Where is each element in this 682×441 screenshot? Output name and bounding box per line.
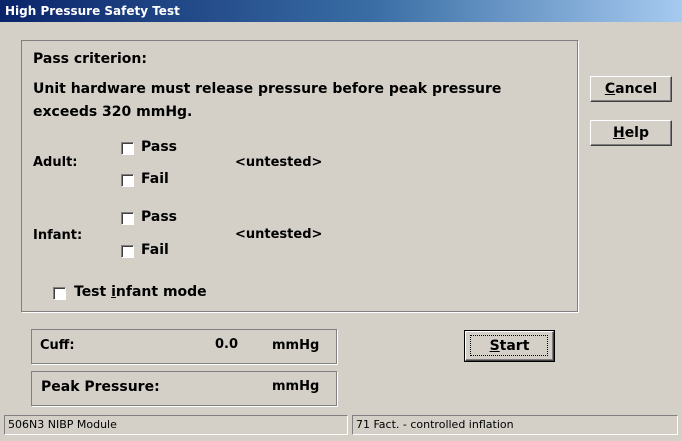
criterion-heading: Pass criterion: [33, 51, 147, 67]
infant-status: <untested> [235, 227, 323, 242]
peak-pressure-label: Peak Pressure: [41, 379, 160, 395]
criterion-line-1: Unit hardware must release pressure befo… [33, 81, 502, 97]
infant-fail-label[interactable]: Fail [141, 242, 169, 258]
adult-fail-checkbox[interactable] [121, 174, 134, 187]
adult-status: <untested> [235, 155, 323, 170]
criterion-line-2: exceeds 320 mmHg. [33, 104, 193, 120]
window-title: High Pressure Safety Test [5, 4, 180, 18]
test-infant-mode-label[interactable]: Test infant mode [74, 284, 207, 300]
adult-fail-label[interactable]: Fail [141, 171, 169, 187]
status-module: 506N3 NIBP Module [4, 415, 348, 435]
adult-pass-checkbox[interactable] [121, 142, 134, 155]
cancel-button[interactable]: Cancel [590, 76, 672, 102]
cuff-label: Cuff: [40, 338, 75, 353]
cuff-unit: mmHg [272, 338, 320, 353]
infant-fail-checkbox[interactable] [121, 245, 134, 258]
adult-pass-label[interactable]: Pass [141, 139, 177, 155]
cuff-value: 0.0 [215, 337, 239, 352]
peak-pressure-unit: mmHg [272, 379, 320, 394]
adult-label: Adult: [33, 155, 78, 170]
infant-pass-label[interactable]: Pass [141, 209, 177, 225]
start-button[interactable]: Start [464, 330, 555, 362]
help-button[interactable]: Help [590, 120, 672, 146]
infant-label: Infant: [33, 228, 83, 243]
status-message: 71 Fact. - controlled inflation [352, 415, 678, 435]
title-bar: High Pressure Safety Test [0, 0, 682, 22]
infant-pass-checkbox[interactable] [121, 212, 134, 225]
test-infant-mode-checkbox[interactable] [53, 287, 66, 300]
